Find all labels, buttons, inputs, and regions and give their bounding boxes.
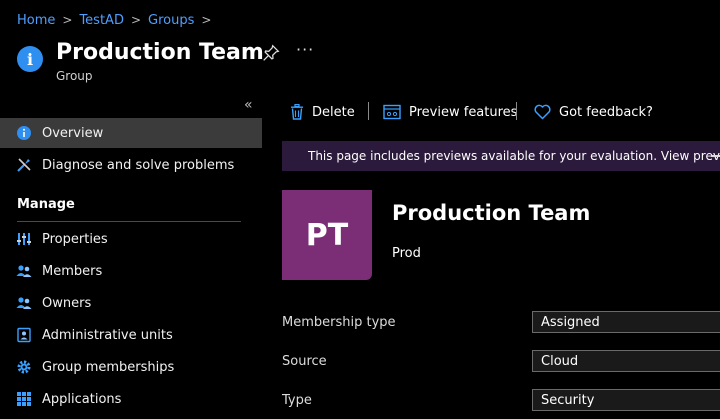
sidebar-item-label: Properties [42, 231, 108, 247]
sidebar-item-label: Diagnose and solve problems [42, 157, 235, 173]
sidebar-item-overview[interactable]: Overview [0, 118, 262, 148]
sidebar-item-applications[interactable]: Applications [0, 384, 262, 414]
sidebar-item-label: Overview [42, 125, 104, 141]
sidebar-item-label: Owners [42, 295, 92, 311]
gear-icon [17, 360, 31, 374]
sidebar-item-group-memberships[interactable]: Group memberships [0, 352, 262, 382]
source-value: Cloud [541, 353, 579, 369]
properties-icon [17, 233, 31, 245]
toolbar-divider [516, 102, 517, 120]
sidebar-item-properties[interactable]: Properties [0, 224, 262, 254]
type-label: Type [282, 393, 312, 408]
sidebar-item-owners[interactable]: Owners [0, 288, 262, 318]
delete-label: Delete [312, 104, 355, 120]
delete-button[interactable]: Delete [290, 101, 355, 123]
sidebar-item-members[interactable]: Members [0, 256, 262, 286]
admin-units-icon [17, 327, 31, 343]
type-value: Security [541, 392, 595, 408]
breadcrumb-home[interactable]: Home [17, 13, 55, 28]
section-header-manage: Manage [17, 197, 75, 212]
divider [17, 221, 241, 222]
preview-banner[interactable]: This page includes previews available fo… [282, 141, 720, 171]
apps-icon [17, 392, 31, 406]
breadcrumb-groups[interactable]: Groups [148, 13, 194, 28]
page-title: Production Team [56, 40, 264, 65]
membership-type-field[interactable]: Assigned [532, 311, 720, 333]
info-icon: i [17, 46, 43, 72]
preview-features-label: Preview features [409, 104, 518, 120]
group-avatar: PT [282, 190, 372, 280]
banner-arrow-icon [711, 155, 720, 157]
sidebar-item-label: Members [42, 263, 103, 279]
more-options-button[interactable]: ··· [296, 40, 314, 59]
membership-type-label: Membership type [282, 315, 396, 330]
breadcrumb-testad[interactable]: TestAD [79, 13, 124, 28]
preview-features-icon [383, 104, 401, 120]
group-name: Production Team [392, 201, 591, 225]
owners-icon [16, 297, 32, 309]
type-field[interactable]: Security [532, 389, 720, 411]
wrench-icon [17, 158, 31, 172]
source-field[interactable]: Cloud [532, 350, 720, 372]
membership-type-value: Assigned [541, 314, 600, 330]
members-icon [16, 265, 32, 277]
preview-features-button[interactable]: Preview features [383, 101, 517, 123]
sidebar-item-administrative-units[interactable]: Administrative units [0, 320, 262, 350]
sidebar-item-label: Group memberships [42, 359, 175, 375]
sidebar-item-label: Applications [42, 391, 122, 407]
heart-icon [534, 104, 551, 120]
info-icon [17, 126, 31, 140]
toolbar-divider [368, 102, 369, 120]
breadcrumb-separator: > [62, 13, 73, 27]
breadcrumb: Home > TestAD > Groups > [17, 11, 218, 29]
collapse-sidebar-button[interactable]: « [244, 97, 253, 113]
pin-icon[interactable] [262, 44, 280, 62]
sidebar-item-diagnose[interactable]: Diagnose and solve problems [0, 150, 262, 180]
banner-text: This page includes previews available fo… [308, 149, 720, 163]
page-subtitle: Group [56, 69, 93, 83]
feedback-label: Got feedback? [559, 104, 653, 120]
breadcrumb-separator: > [130, 13, 142, 27]
sidebar-item-label: Administrative units [42, 327, 173, 343]
feedback-button[interactable]: Got feedback? [534, 101, 653, 123]
group-description: Prod [392, 246, 421, 261]
trash-icon [291, 104, 303, 120]
breadcrumb-separator: > [201, 13, 212, 27]
source-label: Source [282, 354, 327, 369]
